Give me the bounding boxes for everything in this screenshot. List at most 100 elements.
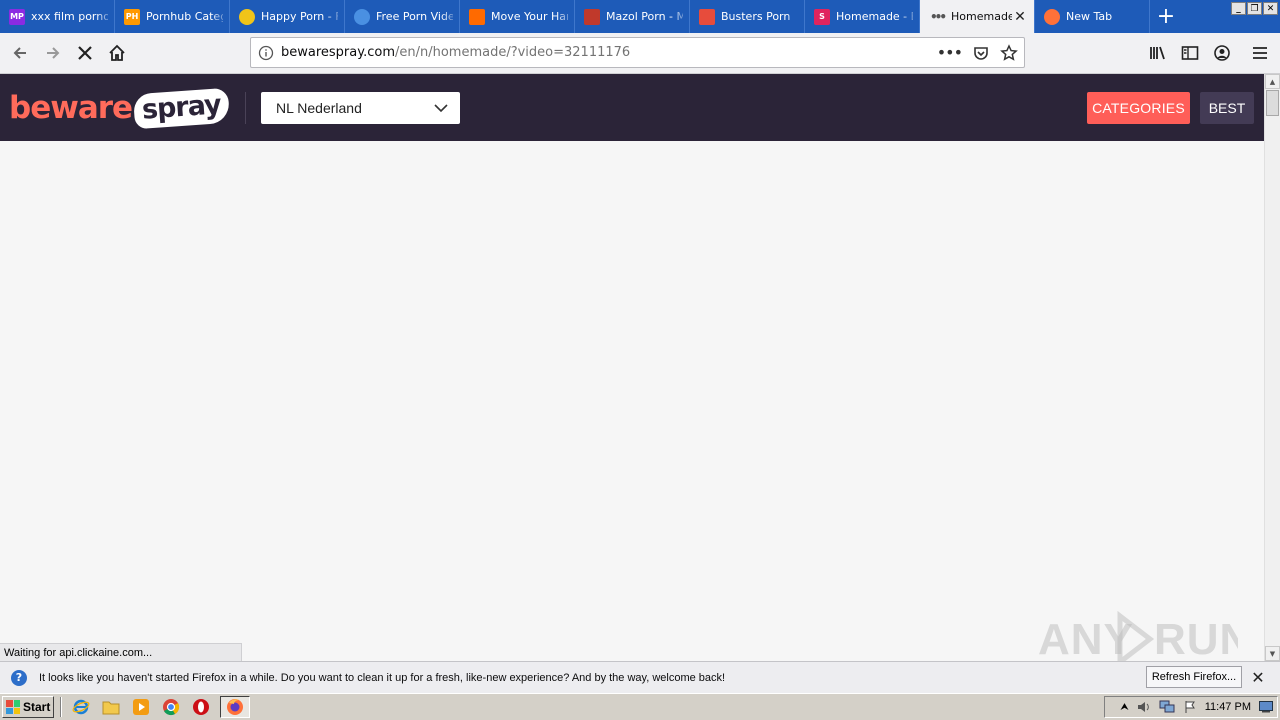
tab[interactable]: PH Pornhub Categ: [115, 0, 230, 33]
system-tray: ⮝ 11:47 PM: [1104, 696, 1278, 718]
windows-logo-icon: [6, 700, 20, 714]
close-window-button[interactable]: ✕: [1263, 2, 1278, 15]
minimize-button[interactable]: _: [1231, 2, 1246, 15]
tab-fade: [786, 0, 804, 33]
forward-arrow-icon: [47, 47, 60, 59]
vertical-scrollbar[interactable]: ▲ ▼: [1264, 74, 1280, 661]
sidebar-icon: [1181, 46, 1199, 60]
scroll-up-arrow-icon[interactable]: ▲: [1265, 74, 1280, 89]
pocket-icon[interactable]: [972, 44, 990, 62]
volume-icon[interactable]: [1137, 700, 1151, 714]
window-controls: _ ❐ ✕: [1231, 2, 1278, 15]
language-select[interactable]: NL Nederland: [261, 92, 460, 124]
tab[interactable]: New Tab: [1035, 0, 1150, 33]
navigation-toolbar: bewarespray.com/en/n/homemade/?video=321…: [0, 33, 1280, 74]
tab[interactable]: Mazol Porn - M: [575, 0, 690, 33]
taskbar-separator: [60, 697, 62, 717]
stop-x-icon: [78, 46, 92, 60]
url-text[interactable]: bewarespray.com/en/n/homemade/?video=321…: [281, 45, 630, 60]
start-button[interactable]: Start: [2, 696, 54, 718]
tab-fade: [96, 0, 114, 33]
mp-favicon-icon: MP: [9, 8, 25, 25]
globe-favicon-icon: [354, 8, 370, 25]
sidebar-button[interactable]: [1174, 37, 1206, 69]
page-actions-icon[interactable]: •••: [937, 43, 963, 62]
tab[interactable]: MP xxx film porno,: [0, 0, 115, 33]
tab[interactable]: S Homemade - B: [805, 0, 920, 33]
network-icon[interactable]: [1159, 700, 1175, 714]
forward-button[interactable]: [37, 37, 69, 69]
status-text: Waiting for api.clickaine.com...: [0, 643, 242, 662]
address-bar[interactable]: bewarespray.com/en/n/homemade/?video=321…: [250, 37, 1025, 68]
site-header: beware spray NL Nederland CATEGORIES BES…: [0, 74, 1264, 141]
smiley-favicon-icon: [239, 8, 255, 25]
categories-button[interactable]: CATEGORIES: [1087, 92, 1190, 124]
tab-fade: [556, 0, 574, 33]
site-logo[interactable]: beware spray: [9, 84, 230, 132]
page-viewport: beware spray NL Nederland CATEGORIES BES…: [0, 74, 1264, 661]
url-path: /en/n/homemade/?video=32111176: [394, 45, 631, 60]
chevron-down-icon: [434, 104, 448, 113]
back-button[interactable]: [4, 37, 36, 69]
chrome-icon[interactable]: [160, 696, 182, 718]
firefox-taskbar-icon[interactable]: [220, 696, 250, 718]
show-desktop-icon[interactable]: [1259, 701, 1273, 713]
url-host: bewarespray.com: [281, 45, 395, 60]
tab-active[interactable]: ••• Homemade ✕: [920, 0, 1035, 33]
best-button[interactable]: BEST: [1200, 92, 1254, 124]
notification-message: It looks like you haven't started Firefo…: [39, 671, 726, 684]
m-favicon-icon: [469, 8, 485, 25]
language-select-value: NL Nederland: [276, 100, 362, 116]
ie-icon[interactable]: [70, 696, 92, 718]
tab-fade: [1131, 0, 1149, 33]
s-favicon-icon: S: [814, 8, 830, 25]
refresh-firefox-button[interactable]: Refresh Firefox...: [1146, 666, 1242, 688]
tab-title: Homemade: [951, 10, 1012, 23]
scrollbar-thumb[interactable]: [1266, 90, 1279, 116]
header-divider: [245, 92, 246, 124]
tab-fade: [326, 0, 344, 33]
notification-bar: ? It looks like you haven't started Fire…: [0, 661, 1280, 693]
stop-button[interactable]: [69, 37, 101, 69]
tab[interactable]: Busters Porn: [690, 0, 805, 33]
site-info-icon[interactable]: [251, 45, 281, 61]
tab-strip: MP xxx film porno, PH Pornhub Categ Happy Po…: [0, 0, 1280, 33]
back-arrow-icon: [13, 47, 26, 59]
tab[interactable]: Happy Porn - F: [230, 0, 345, 33]
menu-button[interactable]: [1244, 37, 1276, 69]
explorer-folder-icon[interactable]: [100, 696, 122, 718]
media-player-icon[interactable]: [130, 696, 152, 718]
close-tab-icon[interactable]: ✕: [1012, 9, 1028, 25]
loading-dots-favicon-icon: •••: [929, 9, 947, 24]
question-icon: ?: [11, 669, 27, 686]
restore-button[interactable]: ❐: [1247, 2, 1262, 15]
windows-taskbar: Start ⮝ 11:47 PM: [0, 693, 1280, 720]
library-icon: [1150, 46, 1165, 60]
home-button[interactable]: [101, 37, 133, 69]
tab-fade: [901, 0, 919, 33]
devil-favicon-icon: [699, 8, 715, 25]
hamburger-menu-icon: [1253, 47, 1267, 59]
clock[interactable]: 11:47 PM: [1205, 701, 1251, 713]
opera-icon[interactable]: [190, 696, 212, 718]
tab[interactable]: Free Porn Vide: [345, 0, 460, 33]
logo-word-spray: spray: [132, 87, 230, 129]
tab-fade: [441, 0, 459, 33]
close-notification-icon[interactable]: ✕: [1250, 668, 1266, 687]
library-button[interactable]: [1142, 37, 1174, 69]
start-label: Start: [23, 700, 51, 714]
logo-word-beware: beware: [9, 90, 133, 126]
account-button[interactable]: [1206, 37, 1238, 69]
tab-fade: [671, 0, 689, 33]
tray-expand-icon[interactable]: ⮝: [1120, 702, 1129, 713]
scroll-down-arrow-icon[interactable]: ▼: [1265, 646, 1280, 661]
new-tab-plus-icon[interactable]: +: [1150, 0, 1182, 33]
watermark-text-run: RUN: [1154, 615, 1238, 664]
mazol-favicon-icon: [584, 8, 600, 25]
firefox-favicon-icon: [1044, 8, 1060, 25]
account-icon: [1214, 45, 1230, 61]
home-icon: [109, 44, 125, 61]
tab[interactable]: Move Your Han: [460, 0, 575, 33]
action-center-flag-icon[interactable]: [1183, 700, 1197, 714]
bookmark-star-icon[interactable]: [1000, 43, 1018, 62]
